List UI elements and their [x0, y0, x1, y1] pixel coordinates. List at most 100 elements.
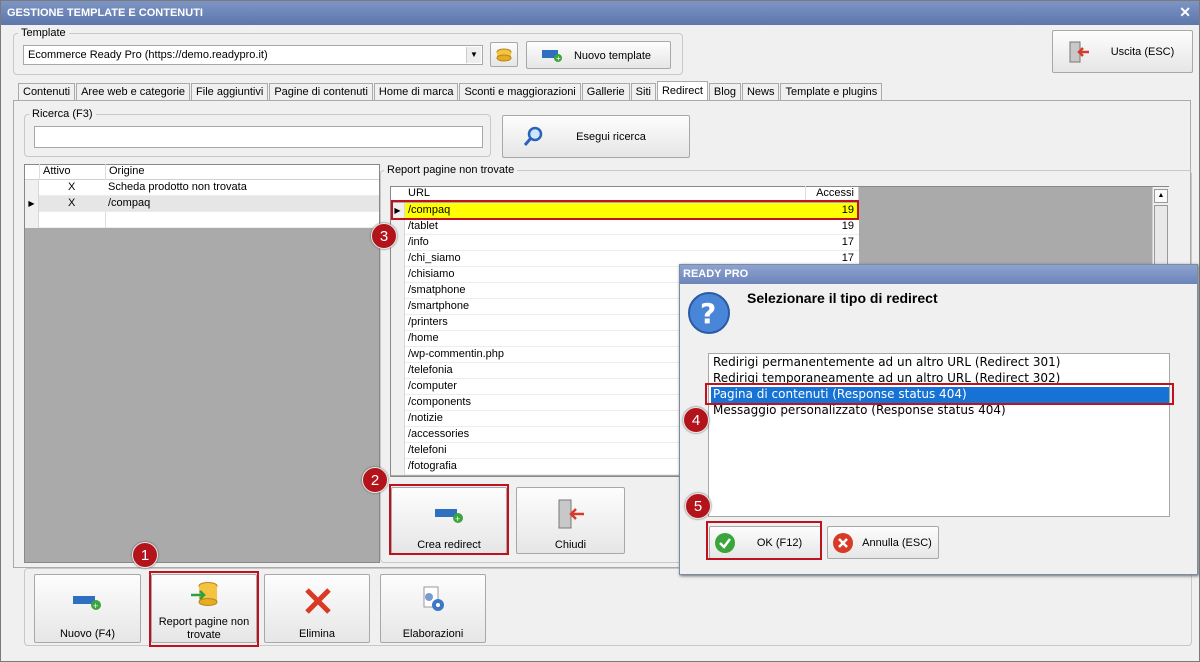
- col-attivo[interactable]: Attivo: [39, 164, 105, 180]
- step-badge-1: 1: [132, 542, 158, 568]
- row-indicator: [391, 427, 405, 443]
- cell-url: /info: [408, 236, 429, 248]
- search-label: Ricerca (F3): [29, 108, 96, 120]
- row-indicator: [391, 299, 405, 315]
- row-indicator: [391, 267, 405, 283]
- new-button[interactable]: + Nuovo (F4): [34, 574, 141, 643]
- redirect-type-list[interactable]: Redirigi permanentemente ad un altro URL…: [708, 353, 1170, 517]
- cell-attivo: X: [68, 197, 76, 209]
- exit-label: Uscita (ESC): [1110, 46, 1175, 58]
- tab-redirect[interactable]: Redirect: [656, 81, 708, 100]
- dialog-question: Selezionare il tipo di redirect: [747, 290, 938, 306]
- row-indicator: [391, 443, 405, 459]
- delete-button-label: Elimina: [298, 628, 336, 640]
- process-button[interactable]: Elaborazioni: [380, 574, 486, 643]
- highlight-box-option: [705, 383, 1174, 405]
- row-indicator: [391, 283, 405, 299]
- current-row-arrow-icon: ▶: [25, 196, 39, 212]
- row-indicator: [391, 459, 405, 475]
- close-icon[interactable]: ✕: [1179, 4, 1191, 21]
- list-item[interactable]: Redirigi permanentemente ad un altro URL…: [711, 355, 1060, 371]
- tab-strip: Contenuti Aree web e categorie File aggi…: [18, 81, 883, 101]
- tab-file-aggiuntivi[interactable]: File aggiuntivi: [191, 83, 269, 100]
- template-select[interactable]: Ecommerce Ready Pro (https://demo.readyp…: [23, 45, 483, 65]
- row-indicator: [391, 347, 405, 363]
- cell-url: /tablet: [408, 220, 438, 232]
- database-button[interactable]: [490, 42, 518, 67]
- delete-x-icon: [305, 588, 331, 614]
- tab-gallerie[interactable]: Gallerie: [581, 83, 630, 100]
- step-badge-2: 2: [362, 467, 388, 493]
- search-button-label: Esegui ricerca: [576, 131, 646, 143]
- table-row[interactable]: X Scheda prodotto non trovata: [25, 180, 379, 196]
- table-row[interactable]: ▶ X /compaq: [25, 196, 379, 212]
- new-button-label: Nuovo (F4): [59, 628, 116, 640]
- redirect-grid: Attivo Origine X Scheda prodotto non tro…: [24, 164, 380, 563]
- template-select-value: Ecommerce Ready Pro (https://demo.readyp…: [28, 49, 268, 61]
- svg-text:+: +: [93, 601, 98, 611]
- tab-contenuti[interactable]: Contenuti: [18, 83, 76, 100]
- exit-door-icon: [1069, 41, 1089, 63]
- scroll-thumb[interactable]: [1154, 205, 1168, 265]
- window-title: GESTIONE TEMPLATE E CONTENUTI: [7, 7, 203, 19]
- chevron-down-icon[interactable]: ▼: [466, 47, 481, 63]
- close-report-label: Chiudi: [554, 539, 587, 551]
- tab-siti[interactable]: Siti: [630, 83, 656, 100]
- cell-accessi: 17: [841, 236, 854, 248]
- tab-sconti[interactable]: Sconti e maggiorazioni: [459, 83, 581, 100]
- dialog-title: READY PRO: [680, 265, 1197, 284]
- cell-attivo: X: [68, 181, 76, 193]
- highlight-box-create: [389, 484, 509, 555]
- col-origine[interactable]: Origine: [105, 164, 379, 180]
- redirect-grid-header: Attivo Origine: [25, 164, 379, 180]
- gear-document-icon: [423, 586, 444, 611]
- cell-origine: [105, 212, 112, 228]
- highlight-box-report: [149, 571, 259, 647]
- main-window: GESTIONE TEMPLATE E CONTENUTI ✕ Template…: [0, 0, 1200, 662]
- new-template-label: Nuovo template: [573, 50, 652, 62]
- new-template-button[interactable]: + Nuovo template: [526, 41, 671, 69]
- table-row[interactable]: /info 17: [391, 235, 859, 251]
- tab-pagine-contenuti[interactable]: Pagine di contenuti: [269, 83, 373, 100]
- row-indicator: [25, 212, 39, 228]
- cell-origine: /compaq: [108, 197, 151, 209]
- title-bar: GESTIONE TEMPLATE E CONTENUTI ✕: [1, 1, 1199, 25]
- tab-home-marca[interactable]: Home di marca: [373, 83, 459, 100]
- row-indicator: [391, 315, 405, 331]
- row-indicator: [391, 411, 405, 427]
- close-report-button[interactable]: Chiudi: [516, 487, 625, 554]
- cancel-label: Annulla (ESC): [862, 537, 932, 549]
- delete-button[interactable]: Elimina: [264, 574, 370, 643]
- exit-button[interactable]: Uscita (ESC): [1052, 30, 1193, 73]
- tab-news[interactable]: News: [741, 83, 780, 100]
- tab-template-plugins[interactable]: Template e plugins: [780, 83, 883, 100]
- cell-accessi: 19: [841, 220, 854, 232]
- search-button[interactable]: Esegui ricerca: [502, 115, 690, 158]
- question-icon: ?: [688, 292, 730, 334]
- step-badge-4: 4: [683, 407, 709, 433]
- search-input[interactable]: [34, 126, 483, 148]
- row-indicator: [391, 395, 405, 411]
- cell-origine: Scheda prodotto non trovata: [108, 181, 247, 193]
- table-row[interactable]: [25, 212, 379, 228]
- step-badge-5: 5: [685, 493, 711, 519]
- list-item[interactable]: Messaggio personalizzato (Response statu…: [711, 403, 1006, 419]
- new-item-icon: +: [73, 596, 101, 611]
- row-indicator: [391, 331, 405, 347]
- tab-aree-web[interactable]: Aree web e categorie: [76, 83, 191, 100]
- row-indicator: [25, 180, 39, 196]
- scroll-up-icon[interactable]: ▲: [1154, 189, 1168, 203]
- row-indicator: [391, 379, 405, 395]
- report-title: Report pagine non trovate: [384, 164, 518, 176]
- table-row[interactable]: /tablet 19: [391, 219, 859, 235]
- row-indicator: [391, 363, 405, 379]
- highlight-box-compaq: [391, 200, 859, 220]
- highlight-box-ok: [706, 521, 822, 560]
- step-badge-3: 3: [371, 223, 397, 249]
- cancel-icon: [833, 533, 853, 553]
- row-indicator: [391, 251, 405, 267]
- template-label: Template: [18, 27, 69, 39]
- cancel-button[interactable]: Annulla (ESC): [827, 526, 939, 559]
- process-button-label: Elaborazioni: [402, 628, 464, 640]
- tab-blog[interactable]: Blog: [708, 83, 741, 100]
